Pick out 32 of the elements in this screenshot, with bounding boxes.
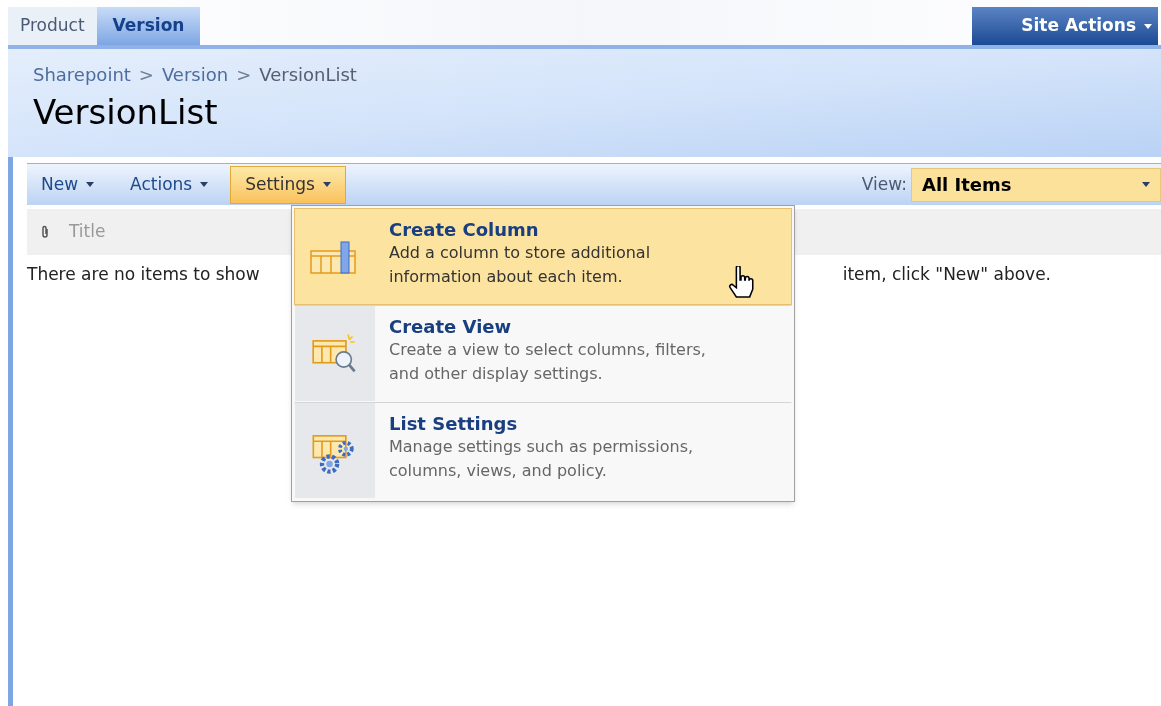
nav-tab[interactable]: Product xyxy=(8,7,97,45)
menu-item-title: Create View xyxy=(389,316,513,338)
caret-icon xyxy=(1142,182,1150,187)
page-title: VersionList xyxy=(33,91,219,134)
caret-icon xyxy=(86,182,95,187)
menu-item-description: Add a column to store additional information about each item. xyxy=(389,242,652,288)
toolbar-menu[interactable]: Actions xyxy=(116,165,223,204)
paperclip-icon xyxy=(41,225,49,239)
caret-icon xyxy=(322,182,331,187)
caret-icon xyxy=(1144,23,1152,29)
view-dropdown[interactable]: All Items xyxy=(911,167,1161,202)
menu-item-description: Create a view to select columns, filters, and other display settings. xyxy=(389,339,707,385)
breadcrumb-separator: > xyxy=(138,63,154,87)
menu-item-description: Manage settings such as permissions, columns, views, and policy. xyxy=(389,436,695,482)
breadcrumb-link[interactable]: Version xyxy=(161,61,229,88)
menu-item-title: List Settings xyxy=(389,413,519,435)
breadcrumb-link[interactable]: VersionList xyxy=(259,61,357,88)
toolbar-menu[interactable]: Settings xyxy=(230,165,346,204)
hand-pointer-icon xyxy=(727,266,755,300)
nav-tab[interactable]: Version xyxy=(96,7,201,45)
menu-item[interactable]: List Settings Manage settings such as permissions, columns, views, and policy. xyxy=(294,402,792,499)
empty-list-message: item, click "New" above. xyxy=(842,263,1051,287)
menu-item-title: Create Column xyxy=(389,219,540,241)
empty-list-message: There are no items to show xyxy=(27,263,260,287)
breadcrumb-separator: > xyxy=(236,63,252,87)
menu-item[interactable]: Create Column Add a column to store additional information about each item. xyxy=(294,208,792,305)
view-label: View: xyxy=(861,172,907,196)
menu-item[interactable]: Create View Create a view to select columns, filters, and other display settings. xyxy=(294,305,792,402)
site-actions-button[interactable]: Site Actions xyxy=(972,7,1158,45)
breadcrumb-link[interactable]: Sharepoint xyxy=(33,61,131,88)
toolbar-menu[interactable]: New xyxy=(27,165,109,204)
caret-icon xyxy=(200,182,209,187)
